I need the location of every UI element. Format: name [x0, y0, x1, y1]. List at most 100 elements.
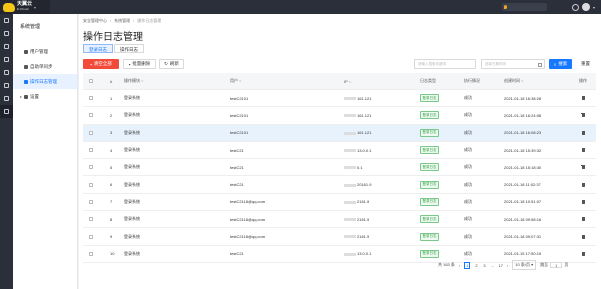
- top-bar: 天翼云 E-Cloud ▾ ▾: [0, 0, 601, 14]
- table-row[interactable]: 3 登录系统 testC2101 161.121 登录日志 成功 2021-01-18 16…: [83, 124, 596, 142]
- table-row[interactable]: 7 登录系统 testC2118@qq.com 2161.9 登录日志 成功 2021-01…: [83, 194, 596, 212]
- settings-icon: [24, 94, 29, 99]
- row-time: 2021-01-18 11:02:37: [504, 182, 541, 188]
- rail-shield[interactable]: [0, 40, 13, 53]
- top-location-box[interactable]: [502, 3, 547, 11]
- table-row[interactable]: 1 登录系统 testC2101 161.121 登录日志 成功 2021-01-18 16…: [83, 90, 596, 108]
- search-input[interactable]: 请输入搜索关键词: [414, 59, 476, 69]
- delete-row-icon[interactable]: [581, 96, 585, 101]
- column-header: 操作: [579, 78, 587, 83]
- row-ip: 13.0.0.1: [357, 147, 372, 153]
- sidebar-item-label: 操作日志管理: [30, 78, 57, 84]
- clear-all-button[interactable]: ▪ 清空全部: [83, 59, 119, 69]
- caret-down-icon[interactable]: ▾: [34, 5, 36, 10]
- sidebar-item-operation-log[interactable]: 操作日志管理: [13, 74, 77, 89]
- brand-logo[interactable]: 天翼云 E-Cloud ▾: [0, 0, 50, 14]
- delete-row-icon[interactable]: [581, 234, 585, 239]
- table-row[interactable]: 6 登录系统 testC21 20161.9 登录日志 成功 2021-01-18 11:0…: [83, 176, 596, 194]
- sidebar-item-sync[interactable]: 自助单同步: [13, 59, 77, 74]
- table-row[interactable]: 9 登录系统 testC2118@qq.com 2161.9 登录日志 成功 2021-01…: [83, 228, 596, 246]
- refresh-button[interactable]: ↻ 刷新: [159, 59, 184, 69]
- rail-server[interactable]: [0, 53, 13, 66]
- user-icon: [24, 49, 28, 54]
- page-size-select[interactable]: 10 条/页 ▾: [512, 260, 537, 270]
- row-ip: 2161.9: [357, 216, 370, 222]
- row-checkbox[interactable]: [88, 251, 93, 256]
- row-checkbox[interactable]: [88, 217, 93, 222]
- row-checkbox[interactable]: [88, 96, 93, 101]
- ip-redaction: [344, 252, 356, 256]
- row-user: testC2101: [230, 95, 249, 101]
- help-icon[interactable]: [571, 3, 579, 11]
- column-header[interactable]: IP ⇅: [343, 79, 420, 84]
- sidebar-item-settings[interactable]: ▸ 设置: [13, 89, 77, 104]
- search-button[interactable]: ⌕ 搜索: [549, 59, 572, 69]
- breadcrumb-item[interactable]: 安全管理中心: [83, 18, 107, 24]
- row-checkbox[interactable]: [88, 130, 93, 135]
- rail-doc[interactable]: [0, 92, 13, 105]
- row-user: testC21: [230, 147, 244, 153]
- row-time: 2021-01-18 16:38:28: [504, 95, 542, 101]
- tab-login-log[interactable]: 登录日志: [83, 44, 113, 53]
- jump-input[interactable]: 1: [550, 261, 563, 268]
- row-time: 2021-01-15 17:50:15: [504, 251, 542, 257]
- rail-monitor[interactable]: [0, 27, 13, 40]
- date-picker[interactable]: 选择日期时间: [481, 59, 545, 69]
- location-pin-icon: [504, 4, 507, 9]
- trash-icon: ▪: [90, 61, 92, 67]
- pagination: 共 163 条 ‹ 1 2 3 ... 17 › 10 条/页 ▾ 跳至 1 页: [438, 260, 568, 270]
- row-time: 2021-01-18 10:51:07: [504, 199, 542, 205]
- rail-lock[interactable]: [0, 66, 13, 79]
- table-row[interactable]: 4 登录系统 testC21 13.0.0.1 登录日志 成功 2021-01-18 15:…: [83, 142, 596, 160]
- page-number[interactable]: 2: [474, 263, 478, 268]
- tab-operation-log[interactable]: 操作日志: [114, 44, 144, 53]
- delete-row-icon[interactable]: [581, 130, 585, 135]
- row-checkbox[interactable]: [88, 199, 93, 204]
- delete-row-icon[interactable]: [581, 199, 585, 204]
- prev-page-icon[interactable]: ‹: [459, 263, 460, 268]
- rail-home[interactable]: [0, 14, 13, 27]
- row-checkbox[interactable]: [88, 182, 93, 187]
- delete-row-icon[interactable]: [581, 217, 585, 222]
- log-icon: [24, 79, 28, 84]
- table-row[interactable]: 8 登录系统 testC2118@qq.com 2161.9 登录日志 成功 2021-01…: [83, 211, 596, 229]
- rail-settings[interactable]: [0, 105, 13, 118]
- page-number[interactable]: 3: [482, 263, 486, 268]
- page-number[interactable]: 17: [498, 263, 502, 268]
- side-nav: 系统管理 用户管理 自助单同步 操作日志管理 ▸ 设置: [13, 14, 78, 289]
- page-number[interactable]: 1: [464, 261, 471, 269]
- row-checkbox[interactable]: [88, 165, 93, 170]
- row-checkbox[interactable]: [88, 148, 93, 153]
- page-ellipsis[interactable]: ...: [490, 263, 494, 268]
- row-result: 成功: [464, 198, 472, 204]
- column-header[interactable]: 用户 ⇅: [230, 78, 343, 84]
- table-body: 1 登录系统 testC2101 161.121 登录日志 成功 2021-01-18 16…: [83, 90, 596, 263]
- table-row[interactable]: 2 登录系统 testC2101 161.121 登录日志 成功 2021-01-18 16…: [83, 107, 596, 125]
- rail-chart[interactable]: [0, 79, 13, 92]
- row-checkbox[interactable]: [88, 113, 93, 118]
- delete-row-icon[interactable]: [581, 165, 585, 170]
- row-module: 登录系统: [124, 112, 140, 118]
- user-menu-caret-icon[interactable]: ▾: [593, 5, 595, 10]
- monitor-icon: [4, 31, 9, 36]
- delete-row-icon[interactable]: [581, 251, 585, 256]
- breadcrumb-item[interactable]: 系统管理: [114, 18, 130, 24]
- batch-delete-button[interactable]: ▪ 批量删除: [123, 59, 156, 69]
- delete-row-icon[interactable]: [581, 113, 585, 118]
- row-number: 6: [110, 182, 113, 188]
- table-row[interactable]: 5 登录系统 testC21 0.1 登录日志 成功 2021-01-18 15:18:30: [83, 159, 596, 177]
- select-all-checkbox[interactable]: [88, 79, 93, 83]
- sidebar-item-user-management[interactable]: 用户管理: [13, 44, 77, 59]
- next-page-icon[interactable]: ›: [507, 263, 508, 268]
- delete-row-icon[interactable]: [581, 148, 585, 153]
- sidebar-item-label: 自助单同步: [30, 63, 53, 69]
- column-header[interactable]: 操作模块 ⇅: [117, 78, 230, 84]
- shield-icon: [4, 44, 9, 49]
- column-header: 执行情况: [464, 78, 480, 83]
- row-checkbox[interactable]: [88, 234, 93, 239]
- avatar[interactable]: [581, 3, 590, 11]
- column-header[interactable]: 创建时间 ⇅: [504, 78, 570, 84]
- reset-button[interactable]: 重置: [575, 59, 596, 69]
- table-header: # 操作模块 ⇅ 用户 ⇅ IP ⇅ 日志类型 执行情况 创建时间 ⇅ 操作: [83, 73, 596, 90]
- delete-row-icon[interactable]: [581, 182, 585, 187]
